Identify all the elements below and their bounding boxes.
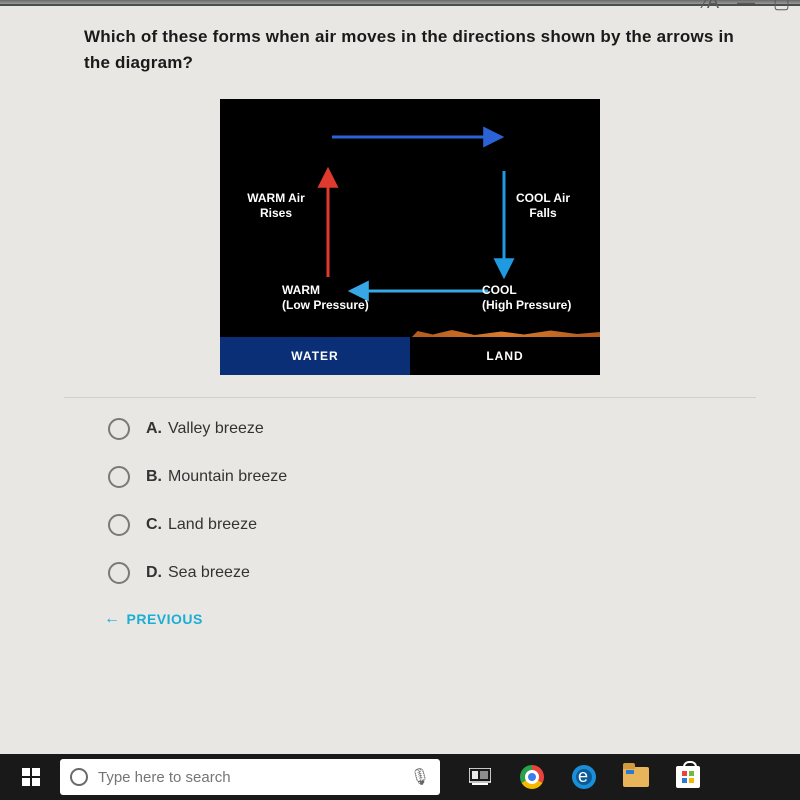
glyph-cut: ⁄A xyxy=(704,0,719,13)
option-a[interactable]: A.Valley breeze xyxy=(108,418,736,440)
air-circulation-diagram: WARM Air Rises COOL Air Falls WARM (Low … xyxy=(220,99,600,375)
chrome-icon xyxy=(520,765,544,789)
option-c[interactable]: C.Land breeze xyxy=(108,514,736,536)
option-d[interactable]: D.Sea breeze xyxy=(108,562,736,584)
divider xyxy=(64,397,756,398)
option-b[interactable]: B.Mountain breeze xyxy=(108,466,736,488)
file-explorer-app[interactable] xyxy=(622,763,650,791)
microphone-icon[interactable]: 🎙 xyxy=(410,767,430,787)
taskbar-search[interactable]: 🎙 xyxy=(60,759,440,795)
water-label: WATER xyxy=(291,349,338,363)
previous-button[interactable]: ← PREVIOUS xyxy=(104,610,203,628)
task-view-button[interactable] xyxy=(466,763,494,791)
option-c-label: C.Land breeze xyxy=(146,516,257,534)
previous-label: PREVIOUS xyxy=(127,611,203,627)
windows-taskbar[interactable]: 🎙 xyxy=(0,754,800,800)
radio-d[interactable] xyxy=(108,562,130,584)
edge-app[interactable] xyxy=(570,763,598,791)
label-cool-high-pressure: COOL (High Pressure) xyxy=(482,283,578,313)
radio-c[interactable] xyxy=(108,514,130,536)
glyph-box: ▢ xyxy=(773,0,790,13)
land-label: LAND xyxy=(486,349,523,363)
window-controls-cutoff: ⁄A — ▢ xyxy=(704,0,790,13)
store-icon xyxy=(676,766,700,788)
folder-icon xyxy=(623,767,649,787)
option-b-label: B.Mountain breeze xyxy=(146,468,287,486)
edge-icon xyxy=(572,765,596,789)
label-warm-air-rises: WARM Air Rises xyxy=(242,191,310,221)
search-input[interactable] xyxy=(98,769,400,786)
quiz-content: Which of these forms when air moves in t… xyxy=(0,6,800,628)
label-warm-low-pressure: WARM (Low Pressure) xyxy=(282,283,372,313)
taskbar-pinned xyxy=(466,763,702,791)
cortana-icon xyxy=(70,768,88,786)
start-button[interactable] xyxy=(8,754,54,800)
microsoft-store-app[interactable] xyxy=(674,763,702,791)
option-a-label: A.Valley breeze xyxy=(146,420,264,438)
radio-a[interactable] xyxy=(108,418,130,440)
water-region: WATER xyxy=(220,337,410,375)
radio-b[interactable] xyxy=(108,466,130,488)
label-cool-air-falls: COOL Air Falls xyxy=(514,191,572,221)
windows-logo-icon xyxy=(22,768,40,786)
land-region: LAND xyxy=(410,337,600,375)
arrow-left-icon: ← xyxy=(104,610,121,628)
diagram-container: WARM Air Rises COOL Air Falls WARM (Low … xyxy=(84,99,736,375)
glyph-min: — xyxy=(737,0,755,13)
chrome-app[interactable] xyxy=(518,763,546,791)
option-d-label: D.Sea breeze xyxy=(146,564,250,582)
answer-options: A.Valley breeze B.Mountain breeze C.Land… xyxy=(84,418,736,584)
question-text: Which of these forms when air moves in t… xyxy=(84,24,736,75)
